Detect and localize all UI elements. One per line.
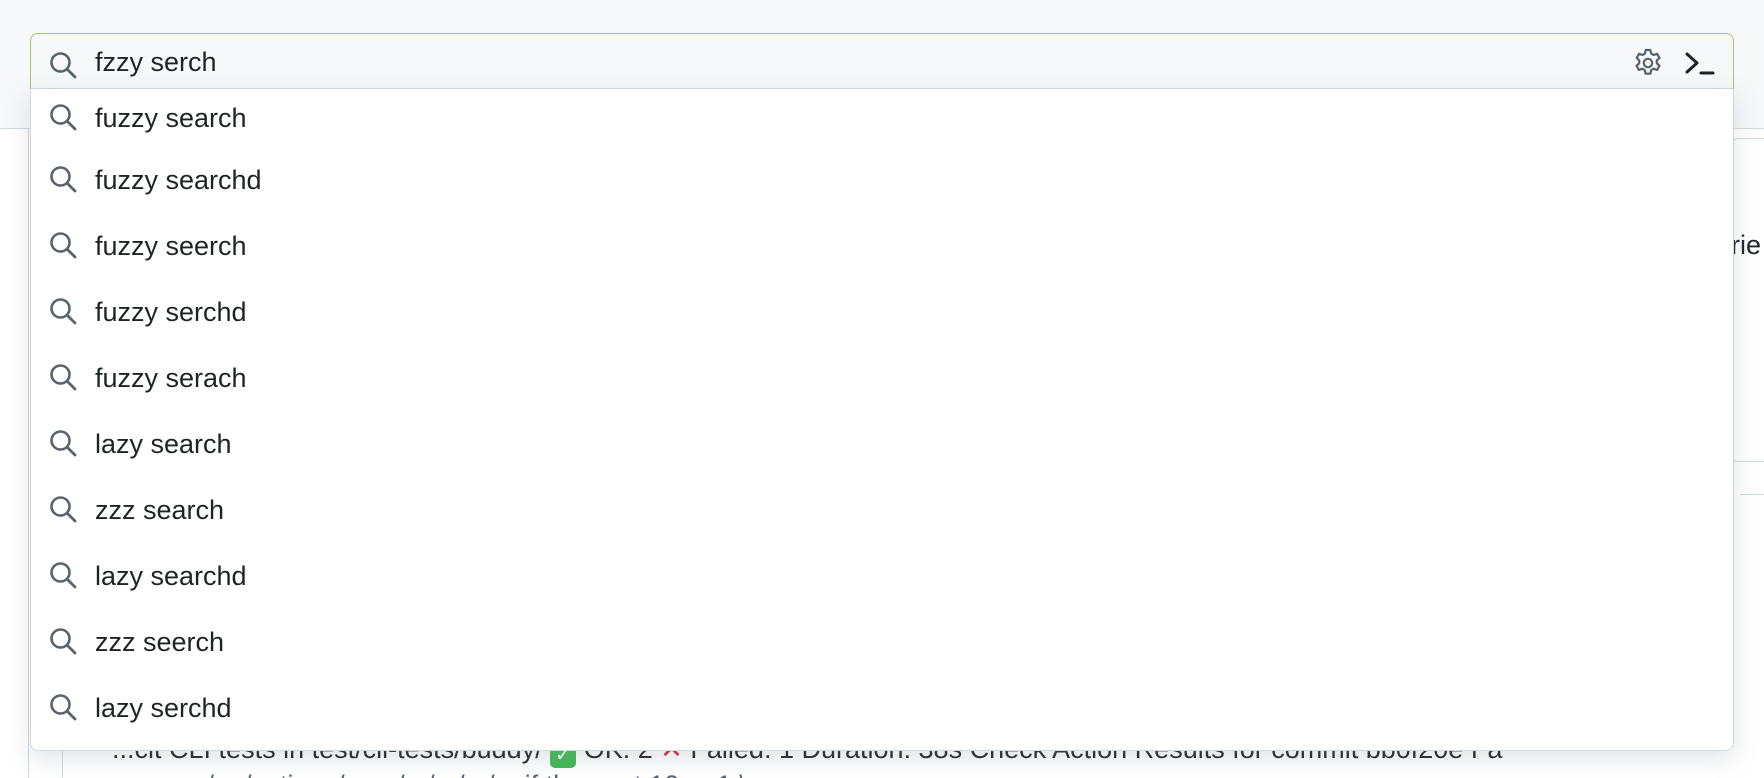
- background-divider: [28, 129, 29, 778]
- search-icon: [47, 493, 79, 525]
- suggestion-label: zzz search: [95, 495, 225, 525]
- suggestion-label: fuzzy serchd: [95, 297, 247, 327]
- search-input[interactable]: [95, 40, 1595, 84]
- search-icon: [47, 361, 79, 393]
- page: erie ...cit CLI tests in test/cli-tests/…: [0, 0, 1764, 778]
- suggestion-item[interactable]: zzz search: [31, 475, 1733, 541]
- suggestion-item[interactable]: lazy search: [31, 409, 1733, 475]
- search-icon: [47, 691, 79, 723]
- suggestion-label: zzz seerch: [95, 627, 225, 657]
- search-icon: [47, 427, 79, 459]
- suggestion-item[interactable]: fuzzy serach: [31, 343, 1733, 409]
- search-icon: [47, 559, 79, 591]
- terminal-prompt-icon[interactable]: [1681, 46, 1719, 80]
- search-bar[interactable]: [30, 33, 1734, 89]
- suggestion-item[interactable]: fuzzy seerch: [31, 211, 1733, 277]
- search-icon: [47, 229, 79, 261]
- suggestion-label: fuzzy searchd: [95, 165, 262, 195]
- search-icon: [47, 625, 79, 657]
- suggestion-item[interactable]: fuzzy search: [31, 89, 1733, 145]
- search-icon: [47, 295, 79, 327]
- suggestion-item[interactable]: zzz seerch: [31, 607, 1733, 673]
- suggestion-list: fuzzy search fuzzy searchd fuzzy seerch …: [30, 89, 1734, 751]
- search-icon: [47, 49, 79, 81]
- suggestion-item[interactable]: lazy searchd: [31, 541, 1733, 607]
- search-icon: [47, 163, 79, 195]
- suggestion-label: fuzzy seerch: [95, 231, 247, 261]
- background-side-card: [1732, 138, 1764, 462]
- background-divider: [1740, 494, 1764, 495]
- suggestion-item[interactable]: fuzzy searchd: [31, 145, 1733, 211]
- suggestion-item[interactable]: lazy serchd: [31, 673, 1733, 739]
- gear-icon[interactable]: [1631, 46, 1665, 80]
- suggestion-label: lazy serchd: [95, 693, 232, 723]
- suggestion-label: fuzzy serach: [95, 363, 247, 393]
- suggestion-label: lazy searchd: [95, 561, 247, 591]
- activity-line: ...c.../..../actions/runs/.../.../.../..…: [112, 768, 1764, 778]
- search-icon: [47, 101, 79, 133]
- suggestion-item[interactable]: fuzzy serchd: [31, 277, 1733, 343]
- suggestion-label: lazy search: [95, 429, 232, 459]
- suggestion-label: fuzzy search: [95, 103, 247, 133]
